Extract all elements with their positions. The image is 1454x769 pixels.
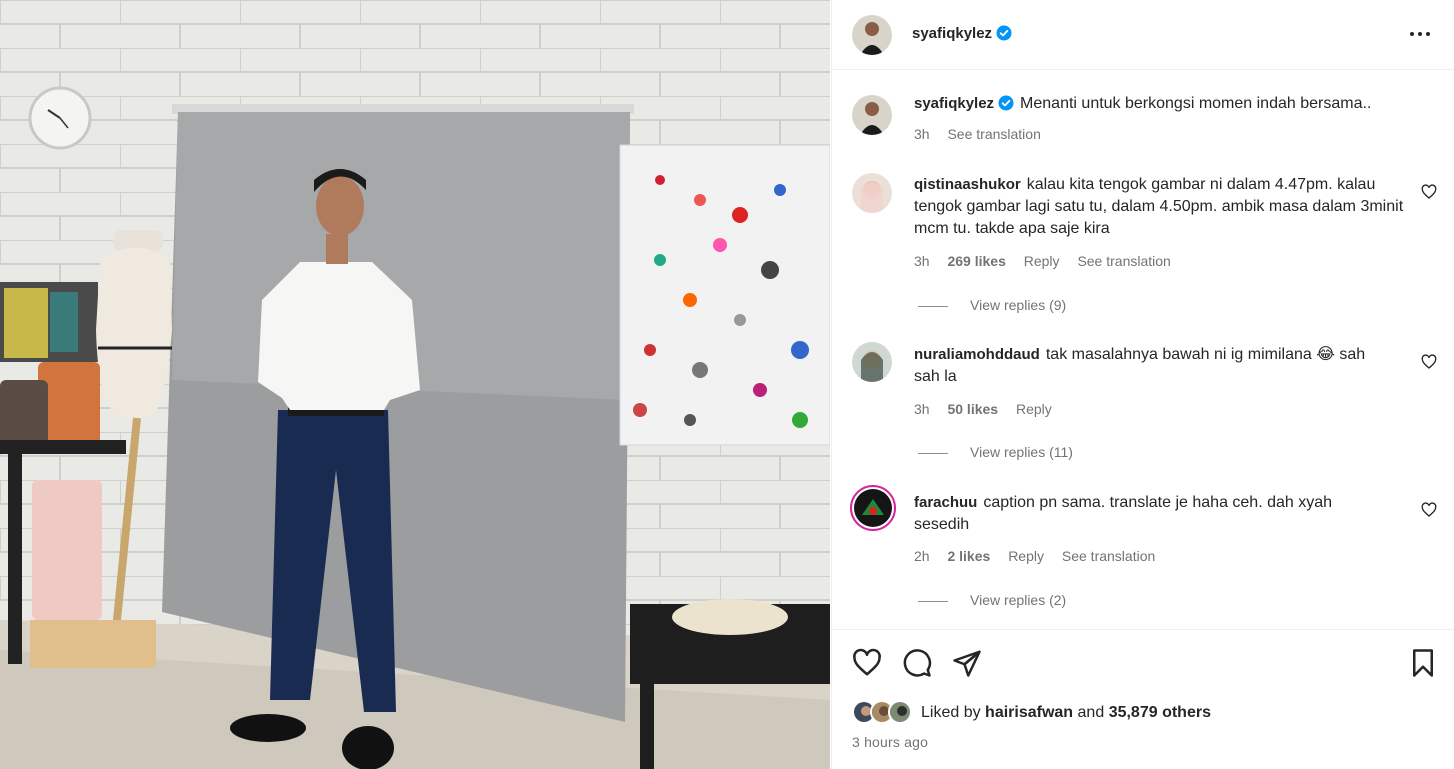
replies-line (918, 305, 948, 307)
comment-text: farachuu caption pn sama. translate je ha… (914, 492, 1374, 536)
view-replies-label[interactable]: View replies (2) (970, 592, 1066, 608)
author-username[interactable]: syafiqkylez (912, 25, 1012, 42)
replies-line (918, 600, 948, 602)
commenter-avatar[interactable] (852, 173, 892, 213)
comment-like-icon[interactable] (1421, 184, 1437, 200)
more-options-icon[interactable] (1405, 22, 1435, 46)
comment-likes[interactable]: 269 likes (947, 253, 1005, 269)
comment-likes[interactable]: 2 likes (947, 548, 990, 564)
post-panel: syafiqkylez syafiqkylez Menanti untuk ber… (831, 0, 1454, 769)
comment-username[interactable]: farachuu (914, 494, 977, 511)
reply-button[interactable]: Reply (1024, 253, 1060, 269)
commenter-avatar[interactable] (852, 342, 892, 382)
see-translation-button[interactable]: See translation (1077, 253, 1170, 269)
post-timestamp[interactable]: 3 hours ago (852, 734, 928, 750)
comment-time: 2h (914, 548, 930, 564)
view-replies-label[interactable]: View replies (9) (970, 297, 1066, 313)
photo-illustration (0, 0, 830, 769)
caption-body: Menanti untuk berkongsi momen indah bers… (1020, 95, 1372, 112)
see-translation-button[interactable]: See translation (1062, 548, 1155, 564)
comment-username[interactable]: qistinaashukor (914, 176, 1021, 193)
verified-badge-icon (996, 25, 1012, 41)
comment-time: 3h (914, 401, 930, 417)
comment-username[interactable]: nuraliamohddaud (914, 346, 1040, 363)
author-username-text[interactable]: syafiqkylez (912, 25, 992, 42)
liked-by-user[interactable]: hairisafwan (985, 704, 1073, 721)
caption-time: 3h (914, 126, 930, 142)
comment-like-icon[interactable] (1421, 502, 1437, 518)
comment-time: 3h (914, 253, 930, 269)
comment-likes[interactable]: 50 likes (947, 401, 998, 417)
liked-by-text: Liked by hairisafwan and 35,879 others (921, 704, 1211, 722)
author-avatar[interactable] (852, 15, 892, 55)
liked-by-others[interactable]: 35,879 others (1109, 704, 1211, 721)
post-photo[interactable] (0, 0, 830, 769)
caption-meta: 3h See translation (914, 126, 1055, 142)
liker-avatar (888, 700, 912, 724)
liked-by-prefix: Liked by (921, 704, 981, 721)
comment-text: nuraliamohddaud tak masalahnya bawah ni i… (914, 344, 1374, 388)
replies-line (918, 452, 948, 454)
comment-meta: 3h 50 likes Reply (914, 401, 1066, 417)
view-replies-button[interactable]: View replies (9) (918, 297, 1066, 313)
verified-badge-icon (998, 95, 1014, 111)
view-replies-button[interactable]: View replies (11) (918, 444, 1073, 460)
comment-icon[interactable] (902, 648, 932, 678)
commenter-avatar-story[interactable] (850, 485, 896, 531)
liked-by-and: and (1077, 704, 1105, 721)
caption-username[interactable]: syafiqkylez (914, 95, 994, 112)
view-replies-button[interactable]: View replies (2) (918, 592, 1066, 608)
share-icon[interactable] (952, 648, 982, 678)
comment-like-icon[interactable] (1421, 354, 1437, 370)
comment-meta: 3h 269 likes Reply See translation (914, 253, 1185, 269)
comment-meta: 2h 2 likes Reply See translation (914, 548, 1169, 564)
bookmark-icon[interactable] (1408, 648, 1438, 678)
reply-button[interactable]: Reply (1008, 548, 1044, 564)
see-translation-button[interactable]: See translation (947, 126, 1040, 142)
view-replies-label[interactable]: View replies (11) (970, 444, 1073, 460)
caption-avatar[interactable] (852, 95, 892, 135)
comment-text: qistinaashukor kalau kita tengok gambar n… (914, 174, 1404, 240)
reply-button[interactable]: Reply (1016, 401, 1052, 417)
comments-list[interactable]: syafiqkylez Menanti untuk berkongsi momen… (832, 71, 1454, 628)
caption-text: syafiqkylez Menanti untuk berkongsi momen… (914, 93, 1404, 115)
post-header: syafiqkylez (832, 0, 1454, 70)
heart-icon[interactable] (852, 648, 882, 678)
action-bar: Liked by hairisafwan and 35,879 others 3… (832, 629, 1454, 769)
liked-by-avatars[interactable] (852, 700, 918, 726)
